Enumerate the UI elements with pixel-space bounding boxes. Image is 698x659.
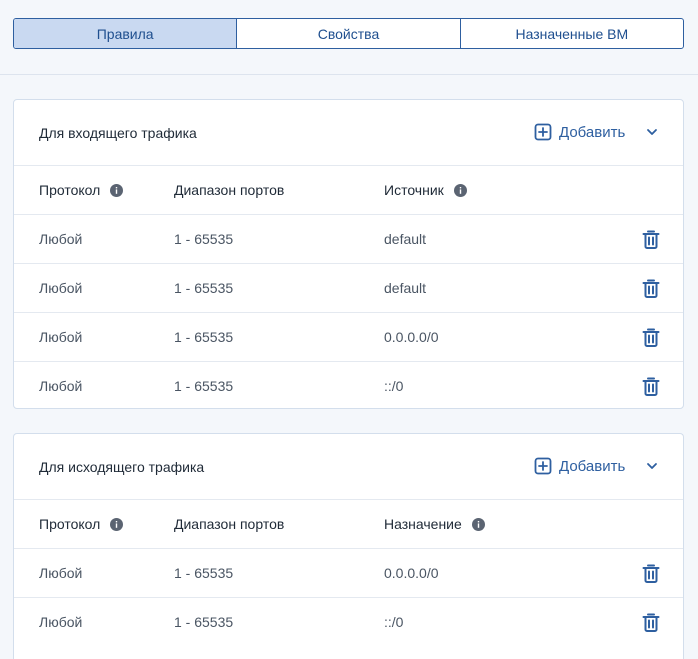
source-cell: 0.0.0.0/0 <box>384 329 439 345</box>
trash-icon[interactable] <box>642 328 660 347</box>
source-header: Источник <box>384 182 467 198</box>
table-row: Любой 1 - 65535 0.0.0.0/0 <box>14 549 683 598</box>
protocol-cell: Любой <box>39 280 83 296</box>
info-icon[interactable] <box>453 183 467 197</box>
protocol-header: Протокол <box>39 516 124 532</box>
protocol-header: Протокол <box>39 182 124 198</box>
protocol-header-label: Протокол <box>39 516 101 532</box>
table-row: Любой 1 - 65535 0.0.0.0/0 <box>14 313 683 362</box>
chevron-down-icon[interactable] <box>644 124 660 140</box>
tab-bar: Правила Свойства Назначенные ВМ <box>13 18 684 49</box>
trash-icon[interactable] <box>642 279 660 298</box>
trash-icon[interactable] <box>642 230 660 249</box>
ports-cell: 1 - 65535 <box>174 614 234 630</box>
protocol-cell: Любой <box>39 565 83 581</box>
trash-icon[interactable] <box>642 377 660 396</box>
ports-cell: 1 - 65535 <box>174 280 234 296</box>
tab-rules[interactable]: Правила <box>14 19 238 48</box>
table-row: Любой 1 - 65535 ::/0 <box>14 598 683 646</box>
protocol-cell: Любой <box>39 614 83 630</box>
protocol-cell: Любой <box>39 329 83 345</box>
header-divider <box>0 74 698 75</box>
card-header: Для входящего трафика Добавить <box>14 100 683 166</box>
ports-header: Диапазон портов <box>174 516 285 532</box>
add-inbound-button[interactable]: Добавить <box>534 122 625 142</box>
add-outbound-button[interactable]: Добавить <box>534 456 625 476</box>
ports-cell: 1 - 65535 <box>174 378 234 394</box>
card-header: Для исходящего трафика Добавить <box>14 434 683 500</box>
ports-header: Диапазон портов <box>174 182 285 198</box>
destination-header-label: Назначение <box>384 516 462 532</box>
table-row: Любой 1 - 65535 ::/0 <box>14 362 683 410</box>
add-label: Добавить <box>559 457 626 475</box>
tab-properties[interactable]: Свойства <box>237 19 461 48</box>
plus-square-icon <box>534 123 552 141</box>
table-header-row: Протокол Диапазон портов Источник <box>14 166 683 215</box>
source-cell: default <box>384 280 427 296</box>
outbound-rules-card: Для исходящего трафика Добавить Протокол… <box>13 433 684 659</box>
info-icon[interactable] <box>110 183 124 197</box>
trash-icon[interactable] <box>642 613 660 632</box>
info-icon[interactable] <box>110 517 124 531</box>
destination-header: Назначение <box>384 516 485 532</box>
ports-cell: 1 - 65535 <box>174 329 234 345</box>
source-cell: default <box>384 231 427 247</box>
ports-cell: 1 - 65535 <box>174 231 234 247</box>
protocol-cell: Любой <box>39 231 83 247</box>
protocol-cell: Любой <box>39 378 83 394</box>
table-row: Любой 1 - 65535 default <box>14 215 683 264</box>
ports-cell: 1 - 65535 <box>174 565 234 581</box>
trash-icon[interactable] <box>642 564 660 583</box>
destination-cell: ::/0 <box>384 614 404 630</box>
source-cell: ::/0 <box>384 378 404 394</box>
source-header-label: Источник <box>384 182 444 198</box>
inbound-rules-card: Для входящего трафика Добавить Протокол … <box>13 99 684 409</box>
table-row: Любой 1 - 65535 default <box>14 264 683 313</box>
info-icon[interactable] <box>471 517 485 531</box>
table-header-row: Протокол Диапазон портов Назначение <box>14 500 683 549</box>
tab-assigned-vms[interactable]: Назначенные ВМ <box>461 19 683 48</box>
chevron-down-icon[interactable] <box>644 458 660 474</box>
card-title: Для исходящего трафика <box>39 458 205 475</box>
plus-square-icon <box>534 457 552 475</box>
card-title: Для входящего трафика <box>39 124 197 141</box>
protocol-header-label: Протокол <box>39 182 101 198</box>
add-label: Добавить <box>559 123 626 141</box>
destination-cell: 0.0.0.0/0 <box>384 565 439 581</box>
